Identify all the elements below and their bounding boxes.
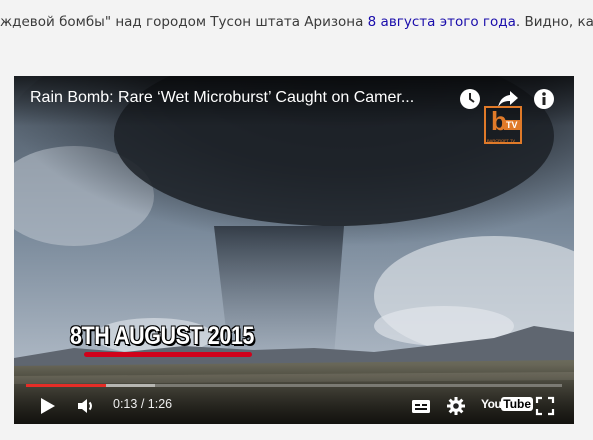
duration: 1:26 xyxy=(147,397,173,411)
progress-played xyxy=(26,384,107,387)
fullscreen-button[interactable] xyxy=(534,392,556,420)
fullscreen-icon xyxy=(535,396,555,416)
play-icon xyxy=(41,398,55,414)
youtube-logo[interactable]: You Tube xyxy=(481,397,534,411)
time-display: 0:13 / 1:26 xyxy=(113,397,172,411)
channel-logo[interactable]: b TV BARCROFT TV xyxy=(484,106,522,144)
progress-bar[interactable] xyxy=(26,384,562,387)
article-highlight-link[interactable]: 8 августа этого года xyxy=(368,14,516,30)
volume-button[interactable] xyxy=(75,392,97,420)
info-icon[interactable] xyxy=(531,86,557,112)
time-separator: / xyxy=(137,397,148,411)
logo-channel-name: BARCROFT TV xyxy=(487,138,516,143)
article-text-before: ждевой бомбы" над городом Тусон штата Ар… xyxy=(0,14,368,30)
article-text: ждевой бомбы" над городом Тусон штата Ар… xyxy=(0,14,593,30)
video-title[interactable]: Rain Bomb: Rare ‘Wet Microburst’ Caught … xyxy=(30,89,460,107)
logo-badge: TV xyxy=(504,120,520,130)
article-text-after: . Видно, как из xyxy=(515,14,593,30)
video-caption: 8TH AUGUST 2015 xyxy=(70,322,254,350)
settings-button[interactable] xyxy=(445,392,467,420)
play-button[interactable] xyxy=(36,392,58,420)
subtitles-button[interactable] xyxy=(410,392,432,420)
video-player[interactable]: Rain Bomb: Rare ‘Wet Microburst’ Caught … xyxy=(14,76,574,424)
youtube-logo-tube: Tube xyxy=(503,397,532,411)
clock-icon[interactable] xyxy=(457,86,483,112)
article-highlight-text: 8 августа этого года xyxy=(367,14,516,30)
gear-icon xyxy=(447,397,465,415)
volume-icon xyxy=(78,399,92,413)
subtitles-icon xyxy=(412,400,430,413)
youtube-logo-you: You xyxy=(481,397,502,411)
red-underline-annotation xyxy=(84,352,252,357)
player-bottom-gradient xyxy=(14,364,574,424)
current-time: 0:13 xyxy=(113,397,138,411)
